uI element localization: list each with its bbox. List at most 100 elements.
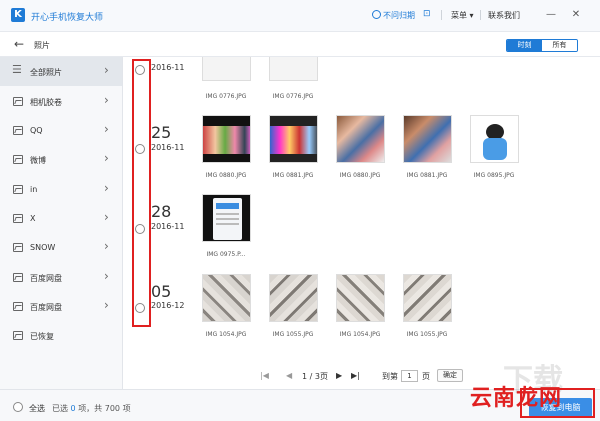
photo-thumbnail[interactable] [470, 115, 519, 163]
select-all-label[interactable]: 全选 [29, 403, 45, 414]
photo-filename: IMG 0881.JPG [406, 172, 448, 179]
image-icon [13, 331, 23, 340]
tab-all[interactable]: 所有 [542, 40, 577, 51]
sidebar-item-weibo[interactable]: 微博 › [0, 145, 122, 174]
select-all-radio[interactable] [13, 402, 23, 412]
photo-thumbnail[interactable] [269, 115, 318, 163]
confirm-button[interactable]: 确定 [437, 369, 463, 382]
photo-thumbnail[interactable] [269, 274, 318, 322]
photo-thumbnail[interactable] [202, 274, 251, 322]
photo-filename: IMG 0880.JPG [205, 172, 247, 179]
page-number-input[interactable]: 1 [401, 370, 418, 382]
user-account-link[interactable]: 不问归期 [372, 10, 415, 21]
title-bar: K 开心手机恢复大师 不问归期 ⊡ 菜单 ▾ 联系我们 — ✕ [0, 0, 600, 32]
group-month: 2016-11 [151, 143, 185, 152]
group-day: 28 [151, 202, 172, 221]
image-icon [13, 97, 23, 106]
sidebar-item-label: 全部照片 [30, 68, 62, 77]
menu-button[interactable]: 菜单 ▾ [451, 10, 474, 21]
photo-filename: IMG 0776.JPG [205, 93, 247, 100]
sidebar-item-label: SNOW [30, 243, 56, 252]
selection-summary: 已选 0 项，共 700 项 [52, 403, 131, 414]
first-page-icon[interactable]: |◀ [260, 371, 269, 380]
image-icon [13, 302, 23, 311]
image-icon [13, 185, 23, 194]
photo-thumbnail[interactable] [202, 115, 251, 163]
divider [480, 10, 481, 20]
sidebar-item-recovered[interactable]: 已恢复 [0, 321, 122, 350]
group-day: 05 [151, 282, 172, 301]
last-page-icon[interactable]: ▶| [351, 371, 360, 380]
goto-prefix: 到第 [382, 372, 398, 381]
sidebar-item-baidu-pan-2[interactable]: 百度网盘 › [0, 292, 122, 321]
tab-time[interactable]: 时刻 [507, 40, 542, 51]
chevron-right-icon: › [104, 298, 109, 312]
group-month: 2016-12 [151, 301, 185, 310]
sidebar-item-label: 百度网盘 [30, 303, 62, 312]
image-icon [13, 126, 23, 135]
sidebar-item-label: 相机胶卷 [30, 98, 62, 107]
highlight-box [132, 59, 151, 327]
chevron-right-icon: › [104, 210, 109, 224]
photo-thumbnail[interactable] [269, 57, 318, 81]
sidebar: 全部照片 › 相机胶卷 › QQ › 微博 › in › X › SNOW › … [0, 57, 123, 389]
user-icon [372, 10, 381, 19]
sidebar-item-all-photos[interactable]: 全部照片 › [0, 57, 122, 86]
prev-page-icon[interactable]: ◀ [286, 371, 292, 380]
image-icon [13, 273, 23, 282]
photo-thumbnail[interactable] [336, 115, 385, 163]
photo-thumbnail[interactable] [336, 274, 385, 322]
photo-thumbnail[interactable] [202, 194, 251, 242]
sub-header: ← 照片 时刻 所有 [0, 32, 600, 57]
sidebar-item-qq[interactable]: QQ › [0, 116, 122, 145]
contact-us-button[interactable]: 联系我们 [488, 10, 520, 21]
sidebar-item-x[interactable]: X › [0, 204, 122, 233]
menu-label: 菜单 [451, 11, 467, 20]
sidebar-item-label: 已恢复 [30, 332, 54, 341]
user-name: 不问归期 [383, 11, 415, 20]
sidebar-item-baidu-pan[interactable]: 百度网盘 › [0, 263, 122, 292]
chevron-right-icon: › [104, 63, 109, 77]
group-day: 25 [151, 123, 172, 142]
close-button[interactable]: ✕ [569, 8, 583, 22]
sidebar-item-in[interactable]: in › [0, 175, 122, 204]
view-toggle: 时刻 所有 [506, 39, 578, 52]
photo-filename: IMG 0880.JPG [339, 172, 381, 179]
briefcase-icon[interactable]: ⊡ [423, 9, 431, 19]
chevron-right-icon: › [104, 151, 109, 165]
sidebar-item-label: 百度网盘 [30, 274, 62, 283]
selected-count: 0 [70, 404, 76, 413]
photo-grid: 2016-11 IMG 0776.JPG IMG 0776.JPG 25 201… [124, 57, 600, 363]
goto-suffix: 页 [422, 372, 430, 381]
selected-prefix: 已选 [52, 404, 68, 413]
app-logo: K [11, 8, 25, 22]
image-icon [13, 155, 23, 164]
image-icon [13, 214, 23, 223]
sidebar-item-snow[interactable]: SNOW › [0, 233, 122, 262]
group-month: 2016-11 [151, 63, 185, 72]
selected-suffix: 项 [122, 404, 131, 413]
sidebar-item-camera-roll[interactable]: 相机胶卷 › [0, 87, 122, 116]
sidebar-item-label: QQ [30, 126, 43, 135]
photo-thumbnail[interactable] [403, 115, 452, 163]
photo-thumbnail[interactable] [202, 57, 251, 81]
sidebar-item-label: 微博 [30, 156, 46, 165]
sidebar-item-label: X [30, 214, 36, 223]
photo-filename: IMG 1054.JPG [205, 331, 247, 338]
group-month: 2016-11 [151, 222, 185, 231]
chevron-right-icon: › [104, 122, 109, 136]
page-info: 1 / 3页 [302, 372, 328, 381]
minimize-button[interactable]: — [544, 8, 558, 22]
total-count: 700 [104, 404, 121, 413]
chevron-right-icon: › [104, 93, 109, 107]
app-title: 开心手机恢复大师 [31, 13, 104, 23]
sidebar-item-label: in [30, 185, 38, 194]
back-arrow-icon[interactable]: ← [14, 37, 24, 51]
photo-filename: IMG 0881.JPG [272, 172, 314, 179]
photo-filename: IMG 0895.JPG [473, 172, 515, 179]
list-icon [12, 63, 23, 76]
photo-thumbnail[interactable] [403, 274, 452, 322]
photo-filename: IMG 0776.JPG [272, 93, 314, 100]
chevron-right-icon: › [104, 181, 109, 195]
next-page-icon[interactable]: ▶ [336, 371, 342, 380]
